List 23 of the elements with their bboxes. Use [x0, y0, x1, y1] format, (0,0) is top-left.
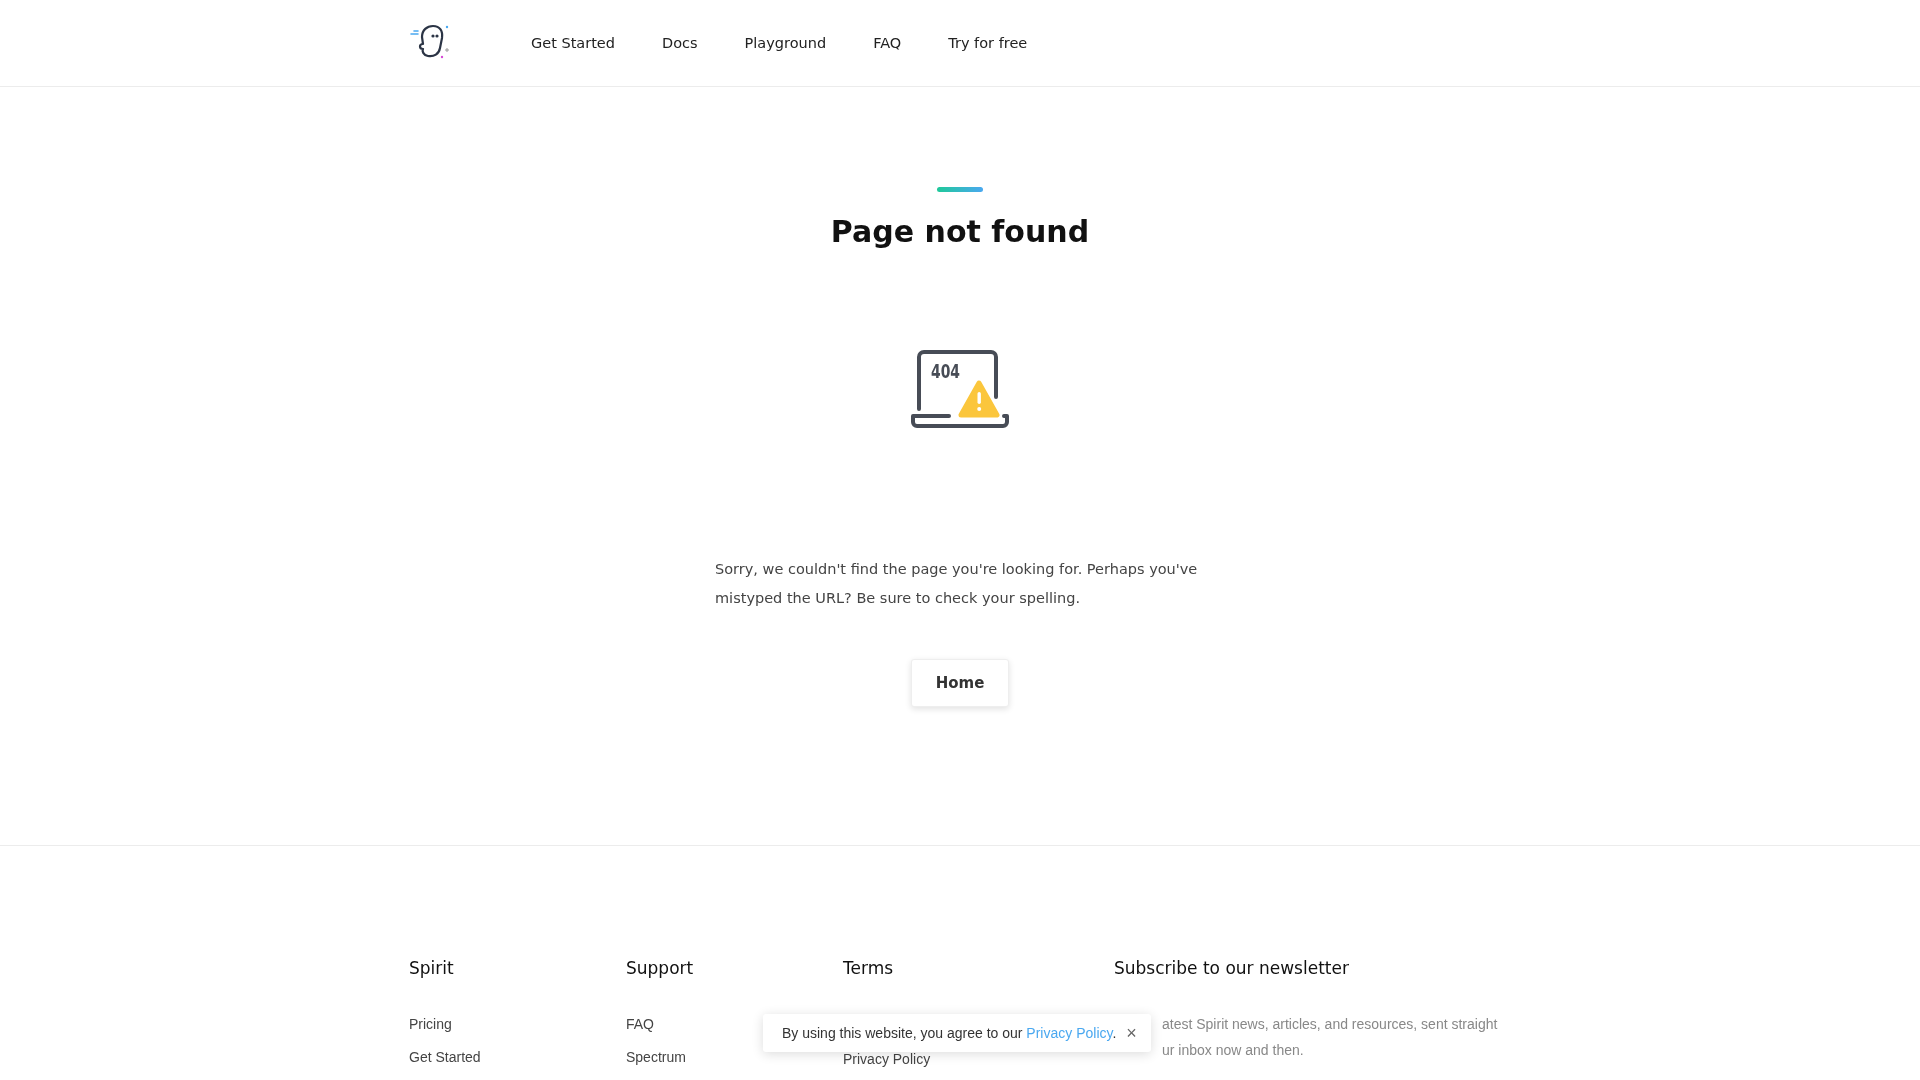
nav-link[interactable]: Docs	[662, 35, 698, 51]
footer-heading: Support	[626, 958, 695, 978]
laptop-warning-drawing: 404	[909, 349, 1011, 429]
footer-link[interactable]: Privacy Policy	[843, 1049, 931, 1070]
nav-link[interactable]: FAQ	[873, 35, 902, 51]
footer-heading: Terms	[843, 958, 895, 978]
nav-link[interactable]: Try for free	[948, 35, 1028, 51]
accent-bar	[937, 187, 983, 192]
page-title: Page not found	[830, 214, 1090, 249]
footer-link[interactable]: Spectrum	[626, 1047, 686, 1068]
nav-link[interactable]: Get Started	[531, 35, 615, 51]
footer-heading: Spirit	[409, 958, 455, 978]
newsletter-description: atest Spirit news, articles, and resources, sent straight	[1162, 1015, 1498, 1034]
home-button[interactable]: Home	[910, 659, 1010, 707]
footer-link[interactable]: Pricing	[409, 1014, 452, 1035]
newsletter-heading: Subscribe to our newsletter	[1114, 958, 1350, 978]
footer-link[interactable]: Get Started	[409, 1047, 481, 1068]
newsletter-description: ur inbox now and then.	[1162, 1041, 1304, 1060]
nav-link[interactable]: Playground	[744, 35, 827, 51]
footer-link[interactable]: FAQ	[626, 1014, 654, 1035]
error-message: Sorry, we couldn't find the page you're looking for. Perhaps you've mistyped the URL? Be sure to check your spelling.	[715, 560, 1199, 608]
close-button[interactable]: ×	[1126, 1024, 1137, 1042]
cookie-notice: By using this website, you agree to our Privacy Policy.	[782, 1025, 1117, 1041]
